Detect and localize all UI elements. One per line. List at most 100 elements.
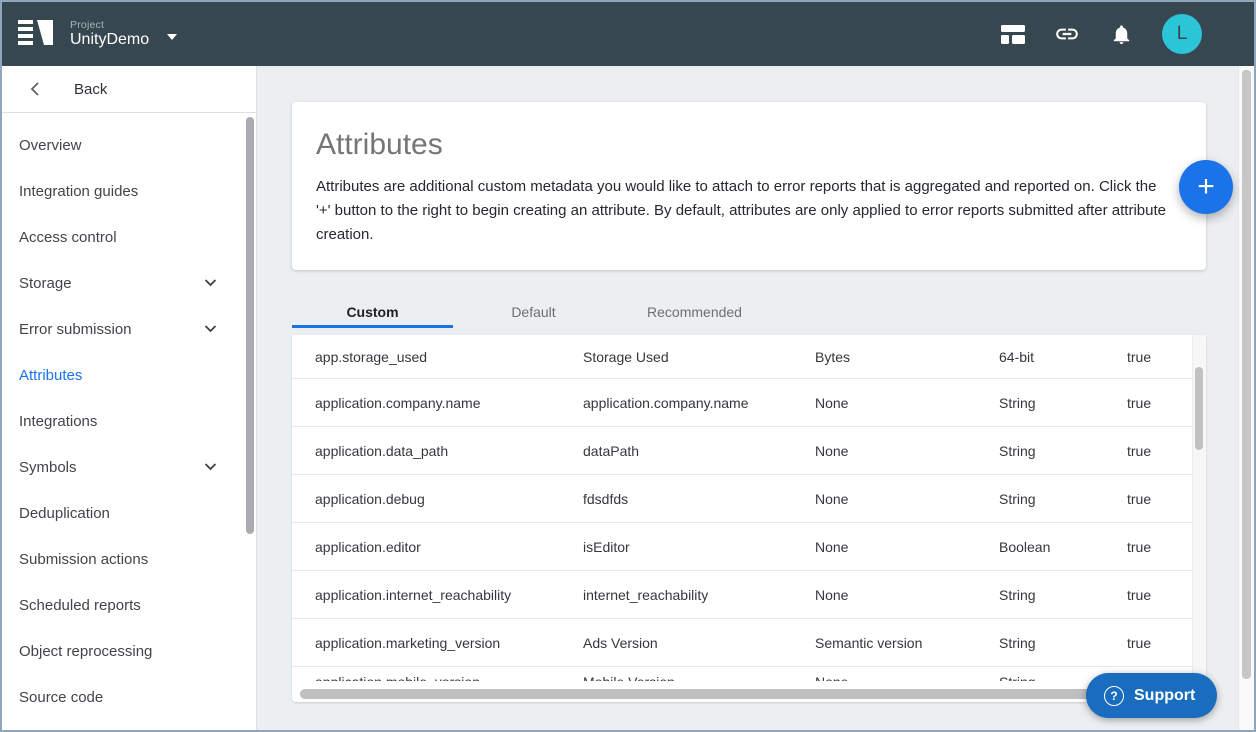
attributes-header-card: Attributes Attributes are additional cus… [292, 102, 1206, 270]
top-bar: Project UnityDemo L [2, 2, 1254, 66]
cell-format: None [815, 491, 999, 507]
chevron-down-icon [204, 279, 217, 287]
support-button[interactable]: ? Support [1086, 673, 1217, 718]
cell-type: String [999, 491, 1127, 507]
cell-display-name: fdsdfds [583, 491, 815, 507]
bell-icon[interactable] [1108, 21, 1134, 47]
chevron-down-icon [204, 325, 217, 333]
cell-type: String [999, 587, 1127, 603]
tab-label: Default [511, 304, 555, 320]
project-selector[interactable]: Project UnityDemo [70, 19, 177, 49]
project-name: UnityDemo [70, 31, 149, 49]
page-scrollbar[interactable] [1242, 70, 1251, 679]
cell-attribute-name: application.mobile_version [292, 667, 583, 681]
cell-display-name: internet_reachability [583, 587, 815, 603]
tab-custom[interactable]: Custom [292, 295, 453, 328]
app-window: Project UnityDemo L [0, 0, 1256, 732]
back-label: Back [74, 81, 107, 98]
table-row-partial[interactable]: application.mobile_versionMobile Version… [292, 667, 1206, 681]
cell-format: None [815, 395, 999, 411]
cell-display-name: Storage Used [583, 349, 815, 365]
table-row[interactable]: app.storage_usedStorage UsedBytes64-bitt… [292, 335, 1206, 379]
sidebar-item-label: Deduplication [19, 505, 110, 522]
link-icon[interactable] [1054, 21, 1080, 47]
cell-format: None [815, 443, 999, 459]
cell-display-name: Ads Version [583, 635, 815, 651]
sidebar-item-label: Scheduled reports [19, 597, 141, 614]
sidebar-item-label: Access control [19, 229, 117, 246]
sidebar-scrollbar[interactable] [246, 117, 254, 534]
sidebar-item-label: Symbols [19, 459, 77, 476]
table-row[interactable]: application.data_pathdataPathNoneStringt… [292, 427, 1206, 475]
sidebar-item-label: Attributes [19, 367, 82, 384]
cell-format: None [815, 587, 999, 603]
sidebar-item-source-code[interactable]: Source code [2, 674, 256, 720]
sidebar-item-label: Source code [19, 689, 103, 706]
cell-format: None [815, 667, 999, 681]
page-title: Attributes [316, 122, 1182, 168]
cell-display-name: isEditor [583, 539, 815, 555]
project-label: Project [70, 19, 149, 31]
table-row[interactable]: application.marketing_versionAds Version… [292, 619, 1206, 667]
cell-format: None [815, 539, 999, 555]
cell-attribute-name: application.internet_reachability [292, 587, 583, 603]
cell-display-name: Mobile Version [583, 667, 815, 681]
cell-type: String [999, 635, 1127, 651]
table-hscrollbar[interactable] [300, 689, 1176, 699]
settings-sidebar: Back Overview Integration guides Access co… [2, 66, 257, 730]
cell-attribute-name: application.editor [292, 539, 583, 555]
table-row[interactable]: application.internet_reachabilityinterne… [292, 571, 1206, 619]
table-row[interactable]: application.company.nameapplication.comp… [292, 379, 1206, 427]
table-rows: app.storage_usedStorage UsedBytes64-bitt… [292, 335, 1206, 681]
cell-display-name: dataPath [583, 443, 815, 459]
sidebar-item-attributes[interactable]: Attributes [2, 352, 256, 398]
tab-default[interactable]: Default [453, 295, 614, 328]
chevron-down-icon [204, 463, 217, 471]
sidebar-item-deduplication[interactable]: Deduplication [2, 490, 256, 536]
page-description: Attributes are additional custom metadat… [316, 175, 1174, 247]
attributes-table: app.storage_usedStorage UsedBytes64-bitt… [292, 335, 1206, 702]
cell-format: Bytes [815, 349, 999, 365]
add-attribute-button[interactable]: + [1179, 160, 1233, 214]
sidebar-item-object-reprocessing[interactable]: Object reprocessing [2, 628, 256, 674]
sidebar-item-access-control[interactable]: Access control [2, 214, 256, 260]
cell-attribute-name: application.marketing_version [292, 635, 583, 651]
sidebar-item-overview[interactable]: Overview [2, 122, 256, 168]
sidebar-item-scheduled-reports[interactable]: Scheduled reports [2, 582, 256, 628]
sidebar-item-integration-guides[interactable]: Integration guides [2, 168, 256, 214]
table-scrollbar[interactable] [1195, 367, 1203, 450]
sidebar-item-symbols[interactable]: Symbols [2, 444, 256, 490]
cell-display-name: application.company.name [583, 395, 815, 411]
sidebar-item-error-submission[interactable]: Error submission [2, 306, 256, 352]
sidebar-item-label: Integration guides [19, 183, 138, 200]
sidebar-item-storage[interactable]: Storage [2, 260, 256, 306]
sidebar-item-label: Error submission [19, 321, 132, 338]
tab-label: Custom [346, 304, 398, 320]
cell-attribute-name: application.company.name [292, 395, 583, 411]
avatar-initial: L [1177, 23, 1188, 45]
user-avatar[interactable]: L [1162, 14, 1202, 54]
sidebar-item-label: Overview [19, 137, 82, 154]
back-button[interactable]: Back [2, 66, 256, 113]
cell-attribute-name: application.debug [292, 491, 583, 507]
dashboard-icon[interactable] [1000, 21, 1026, 47]
support-label: Support [1134, 687, 1195, 705]
table-row[interactable]: application.editorisEditorNoneBooleantru… [292, 523, 1206, 571]
table-row[interactable]: application.debugfdsdfdsNoneStringtrue [292, 475, 1206, 523]
sidebar-menu: Overview Integration guides Access control… [2, 113, 256, 720]
attribute-tabs: Custom Default Recommended [292, 295, 775, 328]
question-circle-icon: ? [1104, 686, 1124, 706]
sidebar-item-submission-actions[interactable]: Submission actions [2, 536, 256, 582]
cell-attribute-name: application.data_path [292, 443, 583, 459]
plus-icon: + [1197, 170, 1215, 204]
cell-type: String [999, 395, 1127, 411]
chevron-down-icon [167, 34, 177, 40]
chevron-left-icon [24, 82, 44, 96]
sidebar-item-integrations[interactable]: Integrations [2, 398, 256, 444]
cell-attribute-name: app.storage_used [292, 349, 583, 365]
backtrace-logo-icon[interactable] [18, 19, 54, 49]
tab-recommended[interactable]: Recommended [614, 295, 775, 328]
tab-label: Recommended [647, 304, 742, 320]
page-scrollbar-track [1238, 66, 1254, 730]
sidebar-item-label: Object reprocessing [19, 643, 152, 660]
